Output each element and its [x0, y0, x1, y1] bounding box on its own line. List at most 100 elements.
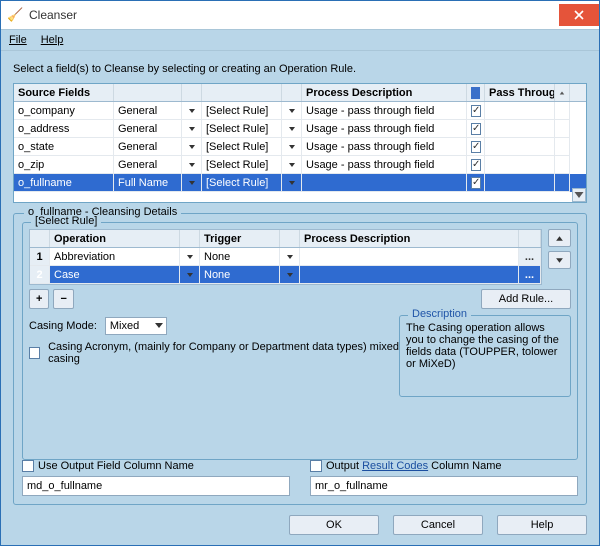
col-process[interactable]: Process Description	[302, 84, 467, 101]
source-row[interactable]: o_fullnameFull Name [Select Rule]	[14, 174, 586, 192]
trigger-cell: None	[200, 248, 280, 266]
app-icon: 🧹	[7, 7, 23, 23]
casing-acronym-checkbox[interactable]	[29, 347, 40, 359]
trigger-dropdown-icon[interactable]	[280, 266, 300, 284]
move-up-button[interactable]	[548, 229, 571, 247]
add-op-button[interactable]: +	[29, 289, 49, 309]
rule-group: [Select Rule] Operation Trigger Process …	[22, 222, 578, 460]
rule-dropdown-icon[interactable]	[282, 138, 302, 156]
type-dropdown-icon[interactable]	[182, 120, 202, 138]
source-type: General	[114, 138, 182, 156]
casing-mode-select[interactable]: Mixed	[105, 317, 167, 335]
menu-help[interactable]: Help	[41, 34, 64, 46]
cancel-button[interactable]: Cancel	[393, 515, 483, 535]
close-button[interactable]	[559, 4, 599, 26]
source-row[interactable]: o_stateGeneral [Select Rule] Usage - pass …	[14, 138, 586, 156]
description-title: Description	[408, 308, 471, 320]
rule-cell: [Select Rule]	[202, 120, 282, 138]
proc-desc-cell	[300, 248, 519, 266]
rule-cell: [Select Rule]	[202, 138, 282, 156]
window-title: Cleanser	[29, 8, 559, 22]
rule-cell: [Select Rule]	[202, 174, 282, 192]
menu-file[interactable]: File	[9, 34, 27, 46]
menu-bar: File Help	[1, 29, 599, 51]
source-type: General	[114, 156, 182, 174]
operation-dropdown-icon[interactable]	[180, 248, 200, 266]
ellipsis-button[interactable]: ...	[519, 248, 541, 266]
rule-cell: [Select Rule]	[202, 102, 282, 120]
description-body: The Casing operation allows you to chang…	[406, 322, 564, 370]
rule-dropdown-icon[interactable]	[282, 120, 302, 138]
rule-cell: [Select Rule]	[202, 156, 282, 174]
scroll-up-icon[interactable]	[555, 84, 570, 101]
description-panel: Description The Casing operation allows …	[399, 315, 571, 397]
operation-row[interactable]: 1Abbreviation None...	[30, 248, 541, 266]
process-desc: Usage - pass through field	[302, 156, 467, 174]
remove-op-button[interactable]: −	[53, 289, 73, 309]
col-operation[interactable]: Operation	[50, 230, 180, 247]
col-proc-desc[interactable]: Process Description	[300, 230, 519, 247]
pass-through-checkbox[interactable]	[471, 141, 481, 153]
row-number: 1	[30, 248, 50, 266]
pass-through-checkbox[interactable]	[471, 105, 481, 117]
casing-acronym-label: Casing Acronym, (mainly for Company or D…	[48, 341, 399, 365]
instruction-text: Select a field(s) to Cleanse by selectin…	[13, 63, 587, 75]
ok-button[interactable]: OK	[289, 515, 379, 535]
scroll-down-icon[interactable]	[572, 188, 586, 202]
casing-mode-label: Casing Mode:	[29, 320, 97, 332]
pass-through-header-icon	[471, 87, 480, 99]
source-row[interactable]: o_addressGeneral [Select Rule] Usage - pas…	[14, 120, 586, 138]
process-desc: Usage - pass through field	[302, 120, 467, 138]
operation-cell: Case	[50, 266, 180, 284]
source-name: o_company	[14, 102, 114, 120]
pass-through-checkbox[interactable]	[471, 159, 481, 171]
operation-row[interactable]: 2Case None...	[30, 266, 541, 284]
result-codes-link[interactable]: Result Codes	[362, 460, 428, 472]
title-bar: 🧹 Cleanser	[1, 1, 599, 29]
col-source[interactable]: Source Fields	[14, 84, 114, 101]
rule-dropdown-icon[interactable]	[282, 174, 302, 192]
row-number: 2	[30, 266, 50, 284]
type-dropdown-icon[interactable]	[182, 138, 202, 156]
use-output-field-label: Use Output Field Column Name	[38, 460, 194, 472]
output-field-input[interactable]	[22, 476, 290, 496]
source-row[interactable]: o_zipGeneral [Select Rule] Usage - pass th…	[14, 156, 586, 174]
col-trigger[interactable]: Trigger	[200, 230, 280, 247]
output-result-checkbox[interactable]	[310, 460, 322, 472]
col-pass[interactable]: Pass Through	[485, 84, 555, 101]
cleansing-details-group: o_fullname - Cleansing Details [Select R…	[13, 213, 587, 505]
process-desc	[302, 174, 467, 192]
ellipsis-button[interactable]: ...	[519, 266, 541, 284]
type-dropdown-icon[interactable]	[182, 174, 202, 192]
type-dropdown-icon[interactable]	[182, 156, 202, 174]
result-codes-input[interactable]	[310, 476, 578, 496]
output-result-label: Output Result Codes Column Name	[326, 460, 501, 472]
use-output-field-checkbox[interactable]	[22, 460, 34, 472]
trigger-dropdown-icon[interactable]	[280, 248, 300, 266]
source-name: o_state	[14, 138, 114, 156]
process-desc: Usage - pass through field	[302, 138, 467, 156]
add-rule-button[interactable]: Add Rule...	[481, 289, 571, 309]
source-type: General	[114, 102, 182, 120]
process-desc: Usage - pass through field	[302, 102, 467, 120]
type-dropdown-icon[interactable]	[182, 102, 202, 120]
rule-dropdown-icon[interactable]	[282, 102, 302, 120]
source-fields-grid[interactable]: Source Fields Process Description Pass T…	[13, 83, 587, 203]
source-type: Full Name	[114, 174, 182, 192]
operations-grid[interactable]: Operation Trigger Process Description 1A…	[29, 229, 542, 285]
source-name: o_address	[14, 120, 114, 138]
rule-title: [Select Rule]	[31, 215, 101, 227]
move-down-button[interactable]	[548, 251, 571, 269]
source-type: General	[114, 120, 182, 138]
pass-through-checkbox[interactable]	[471, 177, 481, 189]
trigger-cell: None	[200, 266, 280, 284]
source-name: o_fullname	[14, 174, 114, 192]
operation-dropdown-icon[interactable]	[180, 266, 200, 284]
operation-cell: Abbreviation	[50, 248, 180, 266]
source-row[interactable]: o_companyGeneral [Select Rule] Usage - pas…	[14, 102, 586, 120]
proc-desc-cell	[300, 266, 519, 284]
help-button[interactable]: Help	[497, 515, 587, 535]
pass-through-checkbox[interactable]	[471, 123, 481, 135]
rule-dropdown-icon[interactable]	[282, 156, 302, 174]
source-name: o_zip	[14, 156, 114, 174]
